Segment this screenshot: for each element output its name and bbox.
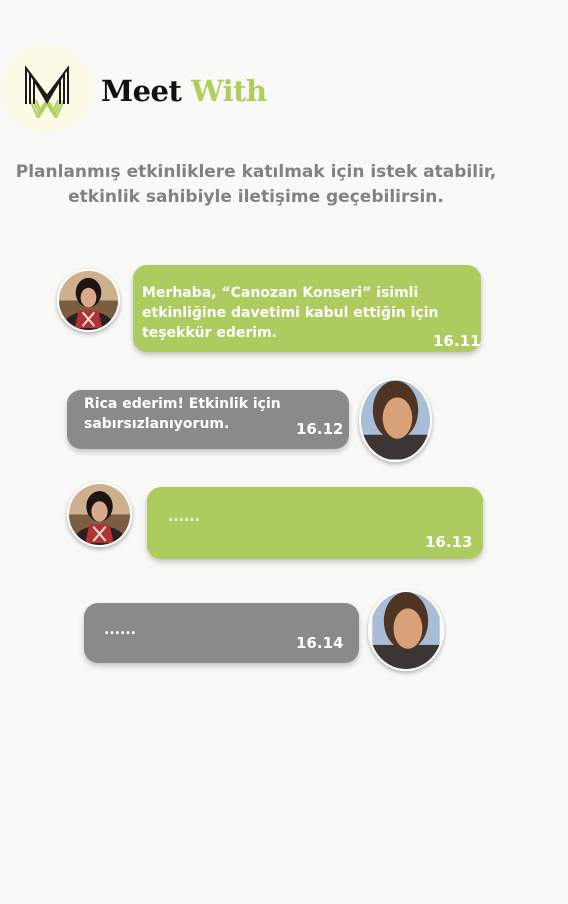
brand-word-meet: Meet: [101, 74, 182, 108]
logo-mark: [25, 66, 69, 118]
avatar-user-a[interactable]: [67, 482, 132, 547]
tagline: Planlanmış etkinliklere katılmak için is…: [15, 162, 497, 207]
avatar-user-b[interactable]: [359, 378, 432, 462]
message-text: Merhaba, “Canozan Konseri” isimli etkinl…: [142, 285, 439, 341]
message-bubble-4[interactable]: ...... 16.14: [84, 603, 359, 663]
message-text: ......: [104, 622, 136, 638]
message-bubble-2[interactable]: Rica ederim! Etkinlik için sabırsızlanıy…: [67, 390, 349, 449]
brand-title: Meet With: [101, 72, 267, 110]
message-text: ......: [168, 509, 200, 525]
message-time: 16.11: [433, 332, 481, 350]
message-bubble-1[interactable]: Merhaba, “Canozan Konseri” isimli etkinl…: [133, 265, 481, 352]
message-time: 16.12: [296, 420, 344, 438]
avatar-user-b[interactable]: [368, 590, 444, 671]
message-bubble-3[interactable]: ...... 16.13: [147, 487, 483, 559]
message-time: 16.14: [296, 634, 344, 652]
avatar-user-a[interactable]: [57, 269, 120, 332]
message-time: 16.13: [425, 533, 473, 551]
brand-word-with: With: [191, 74, 267, 108]
